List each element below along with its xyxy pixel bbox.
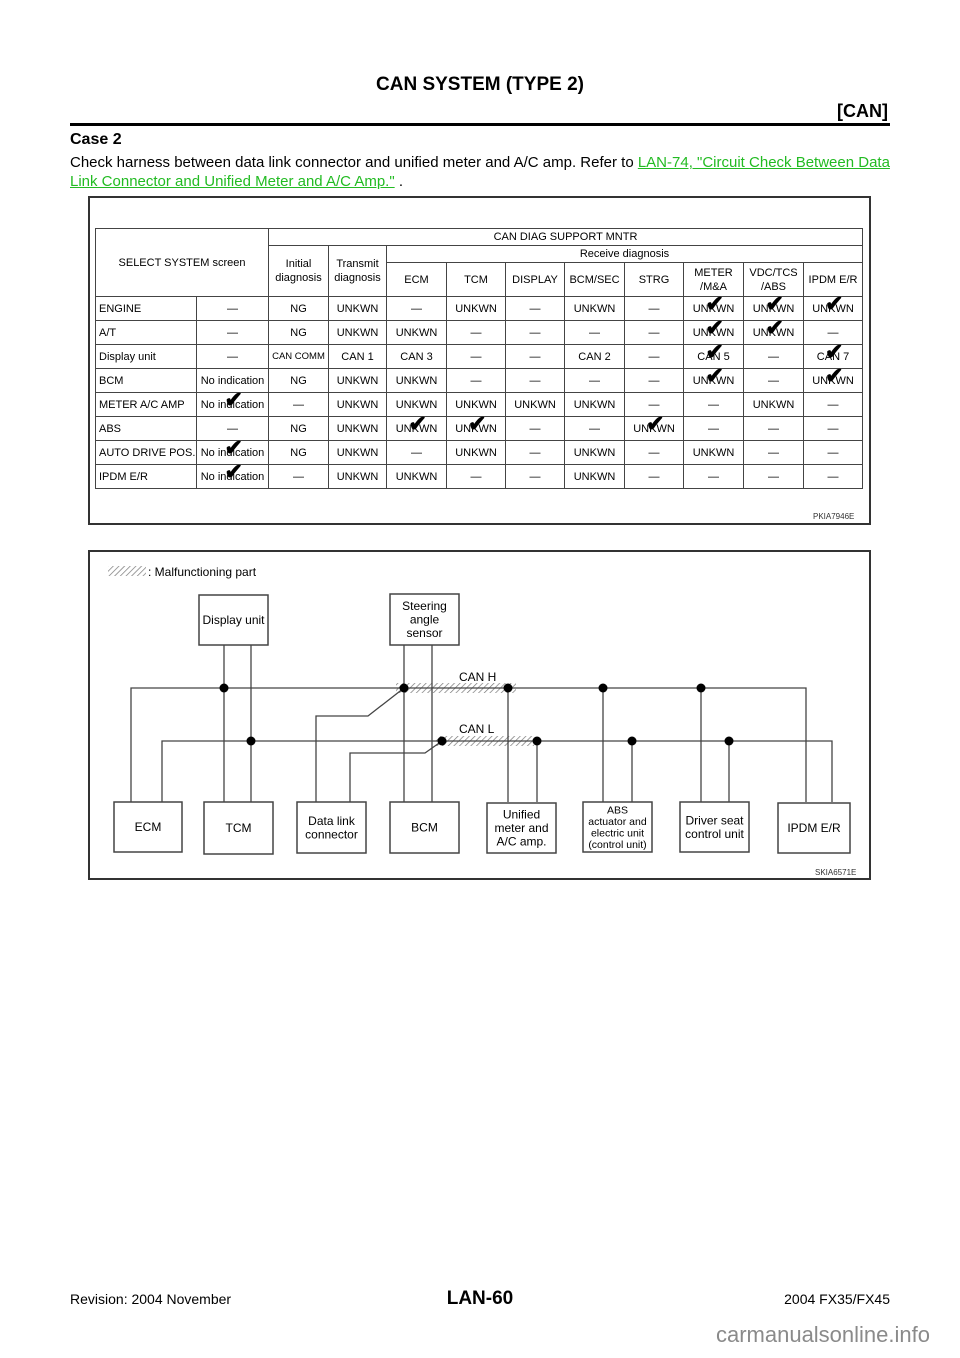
abs-label: ABS xyxy=(607,804,628,816)
abs-label: (control unit) xyxy=(588,839,646,851)
malfunction-legend-text: : Malfunctioning part xyxy=(148,565,257,579)
steering-label: angle xyxy=(410,613,440,627)
junction-dot xyxy=(437,736,447,746)
meter-label: Unified xyxy=(503,808,540,822)
junction-dot xyxy=(532,736,542,746)
junction-dot xyxy=(627,736,637,746)
junction-dot xyxy=(724,736,734,746)
tcm-label: TCM xyxy=(226,821,252,835)
junction-dot xyxy=(219,683,229,693)
dlc-wire-h xyxy=(315,687,405,802)
driver-seat-label: control unit xyxy=(685,827,744,841)
junction-dot xyxy=(598,683,608,693)
dlc-label: connector xyxy=(305,827,358,841)
dlc-wire-l xyxy=(349,740,443,802)
can-l-bus xyxy=(161,740,833,802)
meter-label: A/C amp. xyxy=(496,835,546,849)
ipdm-label: IPDM E/R xyxy=(787,821,841,835)
abs-label: electric unit xyxy=(591,827,644,839)
driver-seat-label: Driver seat xyxy=(685,813,744,827)
can-h-label: CAN H xyxy=(459,670,496,684)
meter-label: meter and xyxy=(494,821,548,835)
bcm-label: BCM xyxy=(411,821,438,835)
figure-code: SKIA6571E xyxy=(815,868,857,877)
watermark: carmanualsonline.info xyxy=(715,1322,930,1347)
vehicle-model: 2004 FX35/FX45 xyxy=(784,1291,890,1307)
junction-dot xyxy=(696,683,706,693)
display-label: Display unit xyxy=(202,613,265,627)
can-l-label: CAN L xyxy=(459,722,495,736)
junction-dot xyxy=(503,683,513,693)
junction-dot xyxy=(246,736,256,746)
dlc-label: Data link xyxy=(308,814,356,828)
malfunction-legend-swatch xyxy=(108,566,146,576)
abs-label: actuator and xyxy=(588,816,647,828)
steering-label: sensor xyxy=(406,626,442,640)
junction-dot xyxy=(399,683,409,693)
ecm-label: ECM xyxy=(135,820,162,834)
can-wiring-diagram: : Malfunctioning part CAN H CAN L Displa… xyxy=(108,565,851,855)
steering-label: Steering xyxy=(402,599,447,613)
